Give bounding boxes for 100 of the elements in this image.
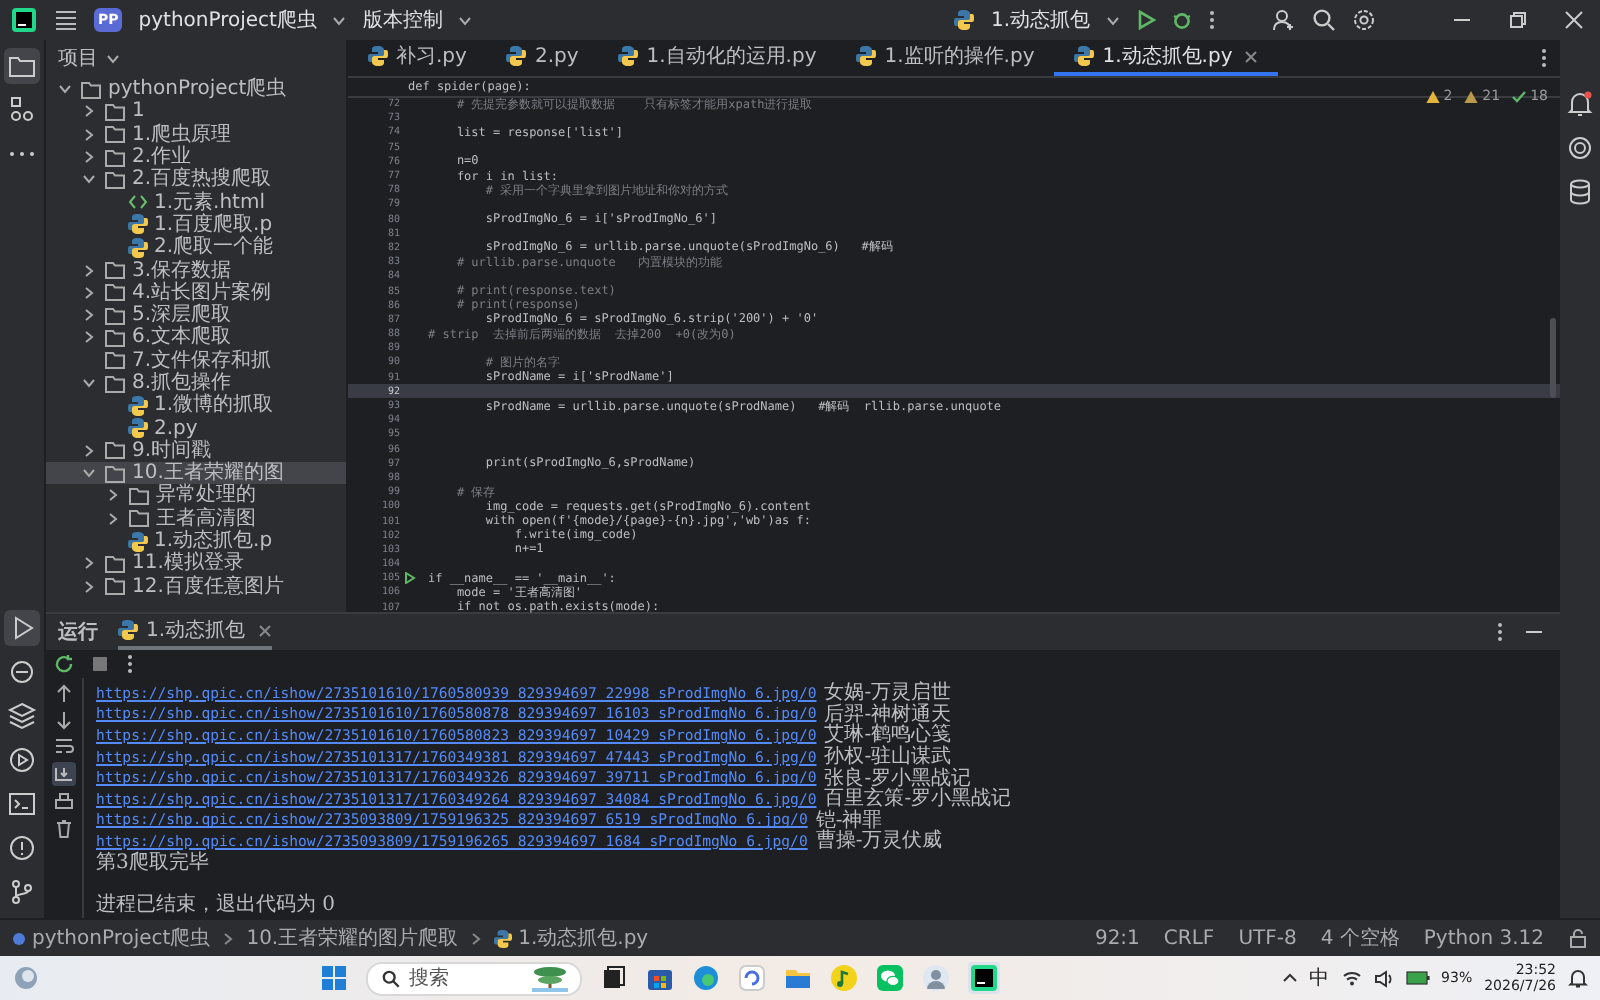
more-icon[interactable]	[1496, 622, 1504, 642]
tree-item[interactable]: 1.动态抓包.p	[46, 529, 346, 553]
check-icon[interactable]	[1512, 89, 1527, 104]
tree-item[interactable]: 1.百度爬取.p	[46, 213, 346, 237]
tree-item[interactable]: 3.保存数据	[46, 258, 346, 282]
chevron-down-icon[interactable]	[58, 82, 72, 97]
add-user-icon[interactable]	[1272, 8, 1296, 32]
more-icon[interactable]	[1208, 10, 1216, 30]
project-panel-title[interactable]: 项目	[58, 44, 98, 72]
problems-icon[interactable]	[4, 830, 40, 866]
lock-icon[interactable]	[1568, 928, 1588, 948]
chevron-up-icon[interactable]	[1281, 970, 1298, 986]
store-icon[interactable]	[646, 964, 675, 992]
status-item[interactable]: Python 3.12	[1423, 927, 1544, 949]
trash-icon[interactable]	[54, 818, 74, 838]
settings-icon[interactable]	[1352, 8, 1376, 32]
up-arrow-icon[interactable]	[54, 684, 74, 704]
tree-item[interactable]: 11.模拟登录	[46, 552, 346, 576]
project-selector[interactable]: pythonProject爬虫	[138, 6, 317, 34]
breadcrumb[interactable]: 1.动态抓包.py	[494, 924, 649, 952]
editor-tab[interactable]: 2.py	[486, 40, 599, 76]
status-item[interactable]: 92:1	[1094, 927, 1140, 949]
run-icon[interactable]	[4, 610, 40, 646]
tree-item[interactable]: pythonProject爬虫	[46, 78, 346, 101]
app-icon[interactable]	[738, 964, 767, 992]
tree-item[interactable]: 2.百度热搜爬取	[46, 168, 346, 191]
vcs-menu[interactable]: 版本控制	[362, 6, 443, 34]
tree-item[interactable]: 12.百度任意图片	[46, 575, 346, 598]
close-icon[interactable]	[257, 623, 272, 637]
layers-icon[interactable]	[4, 698, 40, 734]
chevron-right-icon[interactable]	[82, 443, 96, 458]
tree-item[interactable]: 6.文本爬取	[46, 326, 346, 350]
music-note-icon[interactable]	[830, 964, 859, 992]
stop-icon[interactable]	[90, 654, 110, 674]
tree-item[interactable]: 10.王者荣耀的图	[46, 462, 346, 485]
run-icon[interactable]	[1136, 10, 1156, 30]
input-method-indicator[interactable]: 中	[1309, 964, 1330, 992]
search-icon[interactable]	[1312, 8, 1336, 32]
tree-item[interactable]: 1.元素.html	[46, 190, 346, 214]
editor-tab[interactable]: 1.监听的操作.py	[836, 40, 1055, 76]
start-icon[interactable]	[320, 964, 349, 992]
editor-tab[interactable]: 1.自动化的运用.py	[598, 40, 837, 76]
more-icon[interactable]	[1540, 48, 1548, 68]
close-icon[interactable]	[1564, 10, 1584, 30]
pycharm-logo-icon[interactable]	[10, 6, 38, 34]
soft-wrap-icon[interactable]	[54, 736, 74, 756]
wifi-icon[interactable]	[1341, 970, 1362, 986]
close-icon[interactable]	[1244, 49, 1259, 63]
tree-item[interactable]: 7.文件保存和抓	[46, 349, 346, 372]
tree-item[interactable]: 异常处理的	[46, 484, 346, 508]
notification-bell-icon[interactable]	[1564, 88, 1596, 120]
folder-icon[interactable]	[4, 48, 40, 84]
down-arrow-icon[interactable]	[54, 710, 74, 730]
tree-item[interactable]: 4.站长图片案例	[46, 281, 346, 304]
ai-assistant-icon[interactable]	[1564, 132, 1596, 164]
menu-icon[interactable]	[54, 10, 78, 30]
tree-item[interactable]: 王者高清图	[46, 507, 346, 530]
tree-item[interactable]: 2.作业	[46, 145, 346, 169]
folder-icon[interactable]	[784, 964, 813, 992]
notification-bell-icon[interactable]	[1568, 968, 1588, 988]
chevron-down-icon[interactable]	[82, 466, 96, 481]
run-config-selector[interactable]: 1.动态抓包	[990, 6, 1090, 34]
tree-item[interactable]: 1	[46, 100, 346, 124]
breadcrumb[interactable]: 10.王者荣耀的图片爬取	[246, 924, 459, 952]
chevron-down-icon[interactable]	[332, 13, 347, 27]
database-icon[interactable]	[1564, 176, 1596, 208]
rerun-icon[interactable]	[54, 654, 74, 674]
editor-tab[interactable]: 1.动态抓包.py	[1054, 40, 1279, 76]
breadcrumb[interactable]: pythonProject爬虫	[12, 924, 211, 952]
avatar-icon[interactable]	[922, 964, 951, 992]
battery-icon[interactable]	[1405, 970, 1430, 986]
browser-icon[interactable]	[692, 964, 721, 992]
chevron-down-icon[interactable]	[458, 13, 473, 27]
scroll-to-end-icon[interactable]	[52, 762, 76, 786]
status-item[interactable]: CRLF	[1163, 927, 1215, 949]
tree-item[interactable]: 5.深层爬取	[46, 303, 346, 327]
chevron-down-icon[interactable]	[1106, 13, 1120, 27]
chevron-down-icon[interactable]	[82, 376, 96, 390]
tree-item[interactable]: 2.爬取一个能	[46, 236, 346, 259]
tree-item[interactable]: 8.抓包操作	[46, 371, 346, 395]
services-icon[interactable]	[4, 742, 40, 778]
tree-item[interactable]: 9.时间戳	[46, 439, 346, 463]
run-tab[interactable]: 1.动态抓包	[118, 614, 272, 650]
tree-item[interactable]: 1.爬虫原理	[46, 123, 346, 146]
task-view-icon[interactable]	[600, 964, 629, 992]
tree-item[interactable]: 2.py	[46, 416, 346, 440]
print-icon[interactable]	[54, 792, 74, 812]
tree-item[interactable]: 1.微博的抓取	[46, 394, 346, 417]
warning-icon[interactable]	[1464, 89, 1479, 104]
restore-icon[interactable]	[1508, 10, 1528, 30]
taskbar-search-field[interactable]: 搜索	[366, 961, 583, 995]
debug-icon[interactable]	[1172, 10, 1192, 30]
speaker-icon[interactable]	[1373, 969, 1394, 987]
warning-icon[interactable]	[1425, 89, 1440, 104]
editor-tab[interactable]: 补习.py	[348, 40, 487, 76]
status-item[interactable]: UTF-8	[1238, 927, 1297, 949]
more-icon[interactable]	[126, 654, 134, 674]
status-item[interactable]: 4 个空格	[1320, 924, 1400, 952]
chevron-down-icon[interactable]	[82, 172, 96, 187]
pycharm-icon[interactable]	[968, 962, 1001, 994]
